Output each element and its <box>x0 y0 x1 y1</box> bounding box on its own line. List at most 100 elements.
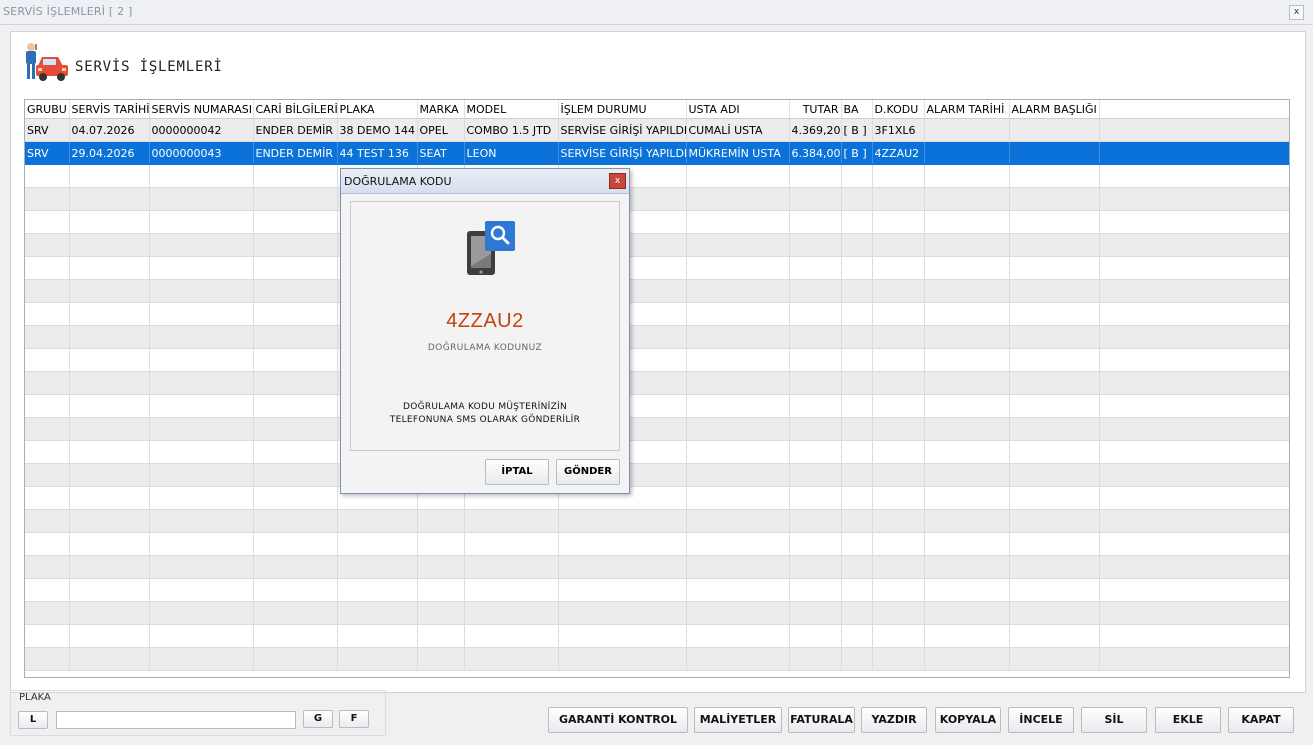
garanti-kontrol-button[interactable]: GARANTİ KONTROL <box>548 707 688 733</box>
table-row-selected[interactable]: SRV 29.04.2026 0000000043 ENDER DEMİR 44… <box>25 141 1289 165</box>
empty-cell <box>686 187 790 211</box>
service-grid[interactable]: GRUBU SERVİS TARİHİ SERVİS NUMARASI CARİ… <box>24 99 1290 678</box>
cell-alarm-basligi <box>1009 141 1100 165</box>
empty-row <box>25 210 1289 234</box>
col-header-servis-tarihi[interactable]: SERVİS TARİHİ <box>69 100 150 119</box>
empty-cell <box>25 532 70 556</box>
empty-cell <box>253 256 338 280</box>
col-header-ba[interactable]: BA <box>841 100 873 119</box>
yazdir-button[interactable]: YAZDIR <box>861 707 927 733</box>
empty-cell <box>253 233 338 257</box>
col-header-plaka[interactable]: PLAKA <box>337 100 418 119</box>
empty-cell <box>149 325 254 349</box>
empty-cell <box>789 233 842 257</box>
window-titlebar: SERVİS İŞLEMLERİ [ 2 ] x <box>0 0 1313 25</box>
empty-cell <box>25 463 70 487</box>
cell-d-kodu: 4ZZAU2 <box>872 141 925 165</box>
send-button[interactable]: GÖNDER <box>556 459 620 485</box>
cell-grubu: SRV <box>25 141 70 165</box>
cell-servis-tarihi: 29.04.2026 <box>69 141 150 165</box>
empty-cell <box>924 371 1010 395</box>
empty-cell <box>1009 256 1100 280</box>
cell-plaka: 44 TEST 136 <box>337 141 418 165</box>
incele-button[interactable]: İNCELE <box>1008 707 1074 733</box>
cell-usta-adi: CUMALİ USTA <box>686 118 790 142</box>
empty-cell <box>872 417 925 441</box>
empty-cell <box>841 532 873 556</box>
empty-cell <box>149 555 254 579</box>
empty-cell <box>924 164 1010 188</box>
kopyala-button[interactable]: KOPYALA <box>935 707 1001 733</box>
empty-row <box>25 601 1289 625</box>
empty-cell <box>924 256 1010 280</box>
empty-cell <box>69 601 150 625</box>
empty-cell <box>872 325 925 349</box>
empty-row <box>25 509 1289 533</box>
empty-cell <box>69 417 150 441</box>
sms-info-line-2: TELEFONUNA SMS OLARAK GÖNDERİLİR <box>389 415 581 425</box>
empty-row <box>25 279 1289 303</box>
col-header-d-kodu[interactable]: D.KODU <box>872 100 925 119</box>
empty-cell <box>25 371 70 395</box>
verification-dialog: DOĞRULAMA KODU x 4ZZAU2 DOĞRULAMA KODUNU… <box>340 168 630 494</box>
empty-cell <box>1009 601 1100 625</box>
window-close-button[interactable]: x <box>1289 5 1304 20</box>
plaka-l-button[interactable]: L <box>18 711 48 729</box>
empty-cell <box>1099 417 1289 441</box>
col-header-marka[interactable]: MARKA <box>417 100 465 119</box>
col-header-alarm-basligi[interactable]: ALARM BAŞLIĞI <box>1009 100 1100 119</box>
ekle-button[interactable]: EKLE <box>1155 707 1221 733</box>
plaka-input[interactable] <box>56 711 296 729</box>
col-header-model[interactable]: MODEL <box>464 100 559 119</box>
col-header-tutar[interactable]: TUTAR <box>789 100 842 119</box>
empty-cell <box>872 302 925 326</box>
empty-cell <box>25 578 70 602</box>
empty-cell <box>841 440 873 464</box>
empty-cell <box>924 555 1010 579</box>
empty-cell <box>1099 578 1289 602</box>
empty-cell <box>872 601 925 625</box>
empty-cell <box>686 256 790 280</box>
empty-cell <box>464 578 559 602</box>
empty-cell <box>417 555 465 579</box>
empty-cell <box>872 279 925 303</box>
empty-row <box>25 348 1289 372</box>
empty-cell <box>686 394 790 418</box>
col-header-servis-numarasi[interactable]: SERVİS NUMARASI <box>149 100 254 119</box>
empty-cell <box>789 578 842 602</box>
col-header-islem-durumu[interactable]: İŞLEM DURUMU <box>558 100 687 119</box>
col-header-alarm-tarihi[interactable]: ALARM TARİHİ <box>924 100 1010 119</box>
cell-model: LEON <box>464 141 559 165</box>
empty-cell <box>149 302 254 326</box>
empty-cell <box>1009 440 1100 464</box>
kapat-button[interactable]: KAPAT <box>1228 707 1294 733</box>
empty-cell <box>25 509 70 533</box>
plaka-f-button[interactable]: F <box>339 710 369 728</box>
empty-cell <box>1009 371 1100 395</box>
empty-cell <box>464 601 559 625</box>
maliyetler-button[interactable]: MALİYETLER <box>694 707 782 733</box>
empty-cell <box>69 233 150 257</box>
col-header-cari-bilgileri[interactable]: CARİ BİLGİLERİ <box>253 100 338 119</box>
empty-cell <box>149 164 254 188</box>
empty-cell <box>149 509 254 533</box>
empty-cell <box>253 164 338 188</box>
faturala-button[interactable]: FATURALA <box>788 707 855 733</box>
cancel-button[interactable]: İPTAL <box>485 459 549 485</box>
cell-tutar: 6.384,00 <box>789 141 842 165</box>
empty-cell <box>789 371 842 395</box>
empty-cell <box>25 210 70 234</box>
sil-button[interactable]: SİL <box>1081 707 1147 733</box>
empty-cell <box>337 601 418 625</box>
plaka-g-button[interactable]: G <box>303 710 333 728</box>
col-header-grubu[interactable]: GRUBU <box>25 100 70 119</box>
empty-cell <box>149 647 254 671</box>
col-header-usta-adi[interactable]: USTA ADI <box>686 100 790 119</box>
empty-cell <box>149 578 254 602</box>
table-row[interactable]: SRV 04.07.2026 0000000042 ENDER DEMİR 38… <box>25 118 1289 142</box>
empty-row <box>25 463 1289 487</box>
empty-cell <box>872 371 925 395</box>
dialog-close-button[interactable]: x <box>609 173 626 189</box>
empty-cell <box>789 348 842 372</box>
empty-cell <box>558 555 687 579</box>
